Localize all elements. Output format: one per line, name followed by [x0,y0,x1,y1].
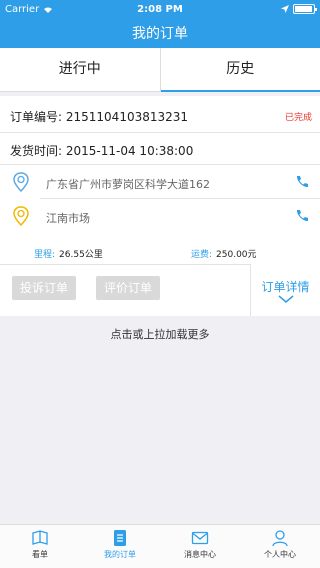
ship-time-value: 2015-11-04 10:38:00 [65,144,194,158]
order-tabs: 进行中 历史 [0,48,320,92]
tabbar-item-messages[interactable]: 消息中心 [160,525,240,568]
tab-history[interactable]: 历史 [159,48,320,92]
destination-address-row: 江南市场 [0,200,320,234]
clock: 2:08 PM [137,4,183,15]
divider [0,164,320,165]
order-detail-button[interactable]: 订单详情 [250,264,320,316]
status-right [281,4,317,14]
phone-icon[interactable] [294,174,310,190]
fee-value: 250.00元 [216,250,257,260]
chevron-down-icon [278,295,293,303]
tabbar-label: 消息中心 [184,550,216,559]
complain-order-button[interactable]: 投诉订单 [12,276,76,300]
tab-in-progress[interactable]: 进行中 [0,48,160,91]
destination-pin-icon [13,206,29,226]
divider [0,132,320,133]
phone-icon[interactable] [294,208,310,224]
battery-fill [295,6,313,12]
person-icon [272,530,288,547]
rate-order-button[interactable]: 评价订单 [96,276,160,300]
document-icon [114,530,126,546]
tabbar-label: 看单 [32,550,48,559]
tabbar-item-profile[interactable]: 个人中心 [240,525,320,568]
origin-address: 广东省广州市萝岗区科学大道162 [46,178,210,191]
tabbar-item-my-orders[interactable]: 我的订单 [80,525,160,568]
tabbar-label: 我的订单 [104,550,136,559]
fee-label: 运费: [191,250,213,260]
origin-pin-icon [13,172,29,192]
distance-value: 26.55公里 [59,250,103,260]
ship-time-label: 发货时间: [10,144,63,158]
tabbar-item-orders-board[interactable]: 看单 [0,525,80,568]
ship-time-row: 发货时间: 2015-11-04 10:38:00 [10,142,312,159]
status-bar: Carrier 2:08 PM [0,0,320,20]
order-detail-label: 订单详情 [261,280,310,294]
order-number-label: 订单编号: [10,110,63,124]
divider [40,198,320,199]
order-number-row: 订单编号: 2151104103813231 [10,108,312,125]
location-arrow-icon [281,5,289,13]
battery-icon [293,4,317,14]
mail-icon [191,531,209,545]
destination-address: 江南市场 [46,212,90,225]
order-number-value: 2151104103813231 [65,110,189,124]
order-card[interactable]: 订单编号: 2151104103813231 已完成 发货时间: 2015-11… [0,96,320,316]
tab-bar: 看单 我的订单 消息中心 个人中心 [0,524,320,568]
divider [0,264,250,265]
origin-address-row: 广东省广州市萝岗区科学大道162 [0,166,320,200]
book-icon [32,530,48,545]
distance-stat: 里程: 26.55公里 [34,247,103,260]
distance-label: 里程: [34,250,56,260]
status-badge: 已完成 [284,113,312,123]
load-more[interactable]: 点击或上拉加载更多 [0,326,320,342]
nav-title: 我的订单 [0,20,320,48]
tabbar-label: 个人中心 [264,550,296,559]
fee-stat: 运费: 250.00元 [191,247,257,260]
